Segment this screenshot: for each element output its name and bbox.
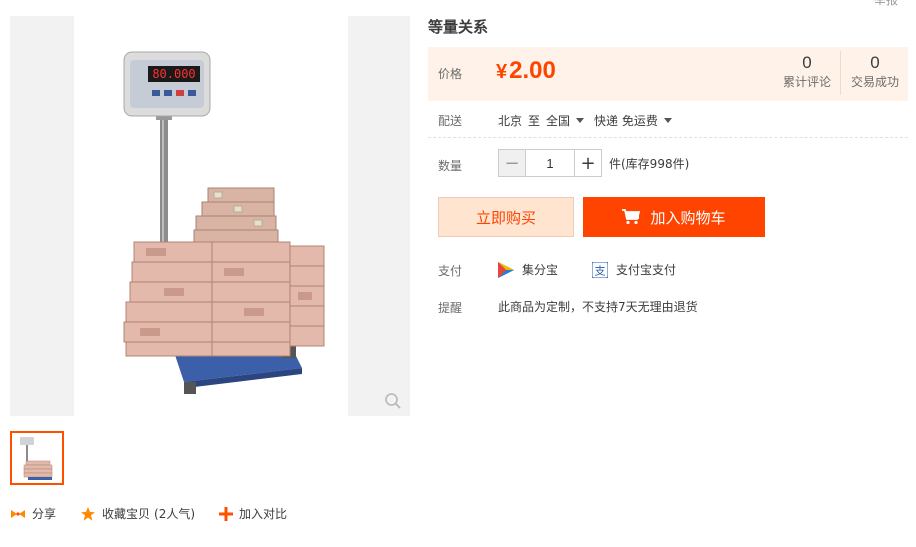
main-product-image[interactable]: 80.000 [10, 16, 410, 416]
quantity-label: 数量 [438, 159, 463, 173]
delivery-row: 北京 至 全国 快递 免运费 [498, 112, 682, 129]
decrease-button[interactable]: − [498, 149, 526, 177]
sales-count: 0 [870, 53, 880, 72]
scale-readout: 80.000 [152, 67, 195, 81]
sales-label: 交易成功 [850, 75, 899, 89]
increase-button[interactable]: + [574, 149, 602, 177]
thumbnail-picture [20, 437, 53, 480]
payment-methods: 集分宝 支 支付宝支付 [498, 261, 710, 278]
compare-button[interactable]: 加入对比 [219, 505, 287, 522]
payment-label: 支付 [438, 264, 463, 278]
shipping-method-select[interactable]: 快递 免运费 [594, 112, 672, 129]
share-label: 分享 [32, 507, 57, 521]
price-value: ¥2.00 [496, 57, 556, 85]
remind-label: 提醒 [438, 301, 463, 315]
add-to-cart-button[interactable]: 加入购物车 [583, 197, 765, 237]
compare-label: 加入对比 [239, 507, 288, 521]
jifenbao-icon [498, 261, 514, 278]
product-title: 等量关系 [428, 18, 489, 36]
price-amount: 2.00 [509, 57, 556, 84]
plus-icon [219, 506, 234, 521]
remind-text: 此商品为定制，不支持7天无理由退货 [498, 300, 698, 314]
svg-text:支: 支 [595, 264, 606, 277]
image-padding-right [348, 16, 410, 416]
buy-now-button[interactable]: 立即购买 [438, 197, 574, 237]
thumbnail-1[interactable] [10, 431, 64, 485]
sales-stat: 0 交易成功 [848, 53, 902, 90]
chevron-down-icon [576, 118, 585, 123]
shipping-method-value: 快递 免运费 [594, 114, 658, 128]
add-to-cart-label: 加入购物车 [650, 208, 726, 227]
stock-info: 件(库存998件) [609, 157, 690, 171]
divider [428, 137, 908, 138]
magnifier-icon[interactable] [384, 392, 402, 410]
payment-method-jifenbao[interactable]: 集分宝 [498, 261, 558, 278]
comments-label: 累计评论 [782, 75, 831, 89]
delivery-to-word: 至 [528, 114, 541, 128]
price-label: 价格 [438, 67, 463, 81]
cart-icon [622, 209, 641, 225]
quantity-stepper: − + [498, 149, 602, 177]
jifenbao-label: 集分宝 [522, 263, 559, 277]
delivery-origin: 北京 [498, 114, 523, 128]
destination-value: 全国 [546, 114, 571, 128]
share-button[interactable]: 分享 [10, 505, 56, 522]
delivery-label: 配送 [438, 114, 463, 128]
payment-method-alipay[interactable]: 支 支付宝支付 [592, 261, 676, 278]
quantity-input[interactable] [526, 149, 574, 177]
alipay-icon: 支 [592, 261, 609, 278]
share-icon [11, 509, 25, 518]
comments-count: 0 [802, 53, 812, 72]
report-link[interactable]: 举报 [874, 0, 898, 8]
star-icon [81, 506, 96, 521]
stat-divider [840, 51, 841, 95]
price-panel: 价格 ¥2.00 0 累计评论 0 交易成功 [428, 47, 908, 101]
alipay-label: 支付宝支付 [616, 263, 677, 277]
chevron-down-icon [663, 118, 672, 123]
destination-select[interactable]: 全国 [546, 112, 585, 129]
scale-with-cash-picture: 80.000 [123, 51, 325, 394]
favorite-button[interactable]: 收藏宝贝 (2人气) [80, 505, 195, 522]
favorite-count: (2人气) [154, 507, 196, 521]
favorite-label: 收藏宝贝 [102, 507, 151, 521]
item-actions: 分享 收藏宝贝 (2人气) 加入对比 [10, 505, 311, 522]
image-padding-left [10, 16, 74, 416]
comments-stat[interactable]: 0 累计评论 [778, 53, 836, 90]
currency-symbol: ¥ [496, 61, 508, 83]
